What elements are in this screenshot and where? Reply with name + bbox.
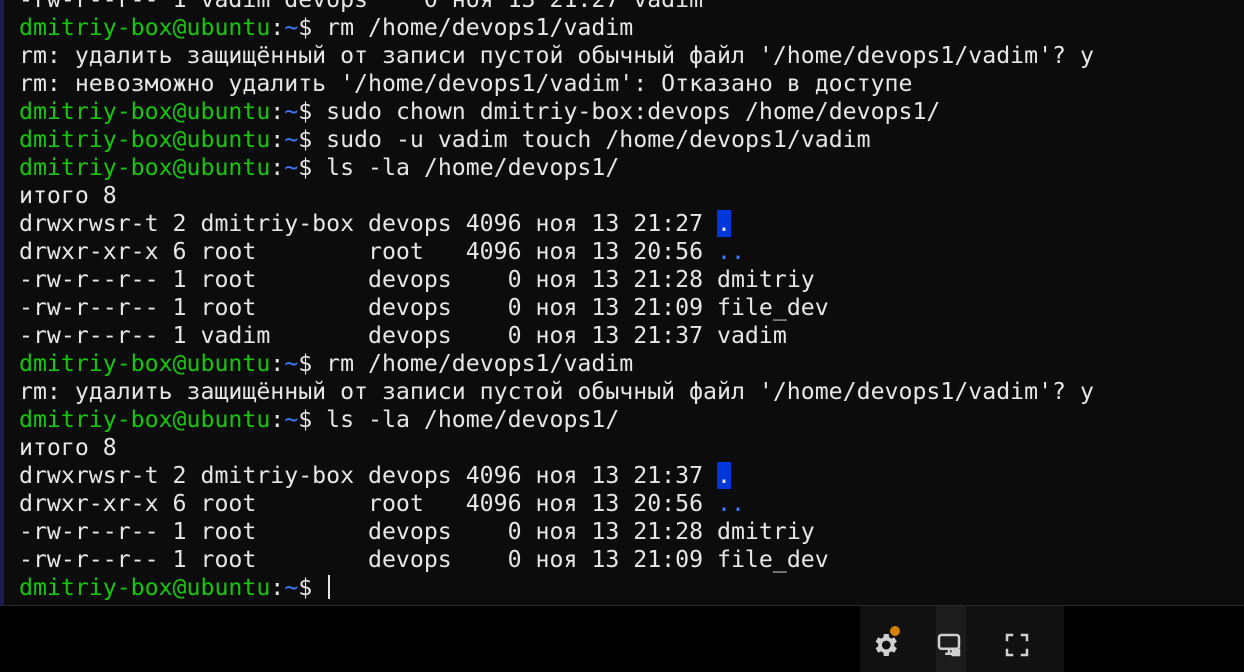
prompt-dollar: $ xyxy=(298,98,327,125)
prompt-colon: : xyxy=(270,14,285,41)
ls-entry-name: . xyxy=(717,210,731,237)
prompt-dollar: $ xyxy=(298,126,327,153)
prompt-path: ~ xyxy=(284,98,299,125)
prompt-dollar: $ xyxy=(298,406,327,433)
command-line: dmitriy-box@ubuntu:~$ rm /home/devops1/v… xyxy=(19,14,1094,42)
command-line: dmitriy-box@ubuntu:~$ ls -la /home/devop… xyxy=(19,406,1094,434)
ls-entry-meta: drwxr-xr-x 6 root root 4096 ноя 13 20:56 xyxy=(19,238,718,265)
terminal-window[interactable]: -rw-r--r-- 1 vadim devops 0 ноя 13 21:27… xyxy=(0,0,1244,606)
prompt-user-host: dmitriy-box@ubuntu xyxy=(19,406,271,433)
network-icon[interactable] xyxy=(932,628,966,662)
ls-entry-meta: drwxrwsr-t 2 dmitriy-box devops 4096 ноя… xyxy=(19,210,718,237)
ls-entry-name: .. xyxy=(717,238,745,265)
terminal-output: -rw-r--r-- 1 vadim devops 0 ноя 13 21:27… xyxy=(19,0,1094,602)
command-line: dmitriy-box@ubuntu:~$ sudo -u vadim touc… xyxy=(19,126,1094,154)
command-text: sudo -u vadim touch /home/devops1/vadim xyxy=(326,126,871,153)
ls-entry-meta: -rw-r--r-- 1 root devops 0 ноя 13 21:09 xyxy=(19,294,718,321)
prompt-dollar: $ xyxy=(298,574,327,601)
ls-entry-line: -rw-r--r-- 1 vadim devops 0 ноя 13 21:37… xyxy=(19,322,1094,350)
output-text: rm: невозможно удалить '/home/devops1/va… xyxy=(19,70,913,97)
gear-icon[interactable] xyxy=(868,626,902,662)
prompt-dollar: $ xyxy=(298,350,327,377)
ls-entry-line: drwxrwsr-t 2 dmitriy-box devops 4096 ноя… xyxy=(19,210,1094,238)
prompt-dollar: $ xyxy=(298,154,327,181)
ls-entry-meta: -rw-r--r-- 1 root devops 0 ноя 13 21:28 xyxy=(19,266,718,293)
ls-entry-line: -rw-r--r-- 1 root devops 0 ноя 13 21:09 … xyxy=(19,546,1094,574)
prompt-user-host: dmitriy-box@ubuntu xyxy=(19,574,271,601)
ls-entry-meta: -rw-r--r-- 1 vadim devops 0 ноя 13 21:37 xyxy=(19,322,718,349)
prompt-colon: : xyxy=(270,154,285,181)
prompt-path: ~ xyxy=(284,574,299,601)
prompt-colon: : xyxy=(270,126,285,153)
taskbar xyxy=(0,606,1244,672)
ls-entry-name: file_dev xyxy=(717,294,829,321)
ls-entry-name: file_dev xyxy=(717,546,829,573)
prompt-dollar: $ xyxy=(298,14,327,41)
output-text: итого 8 xyxy=(19,182,117,209)
prompt-colon: : xyxy=(270,98,285,125)
ls-entry-name: .. xyxy=(717,490,745,517)
output-line: rm: удалить защищённый от записи пустой … xyxy=(19,378,1094,406)
ls-entry-meta: -rw-r--r-- 1 root devops 0 ноя 13 21:09 xyxy=(19,546,718,573)
ls-entry-meta: drwxrwsr-t 2 dmitriy-box devops 4096 ноя… xyxy=(19,462,718,489)
command-text: ls -la /home/devops1/ xyxy=(326,154,620,181)
ls-entry-line: -rw-r--r-- 1 root devops 0 ноя 13 21:28 … xyxy=(19,518,1094,546)
ls-entry-line: drwxr-xr-x 6 root root 4096 ноя 13 20:56… xyxy=(19,490,1094,518)
prompt-user-host: dmitriy-box@ubuntu xyxy=(19,126,271,153)
command-text: rm /home/devops1/vadim xyxy=(326,14,634,41)
prompt-user-host: dmitriy-box@ubuntu xyxy=(19,154,271,181)
ls-entry-line: drwxrwsr-t 2 dmitriy-box devops 4096 ноя… xyxy=(19,462,1094,490)
command-text: ls -la /home/devops1/ xyxy=(326,406,620,433)
output-line: rm: невозможно удалить '/home/devops1/va… xyxy=(19,70,1094,98)
prompt-colon: : xyxy=(270,406,285,433)
command-line: dmitriy-box@ubuntu:~$ ls -la /home/devop… xyxy=(19,154,1094,182)
command-text: sudo chown dmitriy-box:devops /home/devo… xyxy=(326,98,941,125)
ls-entry-name: . xyxy=(717,462,731,489)
fullscreen-icon[interactable] xyxy=(1000,628,1034,662)
command-line: dmitriy-box@ubuntu:~$ sudo chown dmitriy… xyxy=(19,98,1094,126)
ls-entry-name: dmitriy xyxy=(717,518,815,545)
output-line: -rw-r--r-- 1 vadim devops 0 ноя 13 21:27… xyxy=(19,0,1094,14)
notification-badge xyxy=(890,626,900,636)
prompt-user-host: dmitriy-box@ubuntu xyxy=(19,350,271,377)
prompt-path: ~ xyxy=(284,406,299,433)
prompt-colon: : xyxy=(270,350,285,377)
output-line: итого 8 xyxy=(19,434,1094,462)
ls-entry-line: drwxr-xr-x 6 root root 4096 ноя 13 20:56… xyxy=(19,238,1094,266)
prompt-path: ~ xyxy=(284,350,299,377)
output-text: rm: удалить защищённый от записи пустой … xyxy=(19,42,1094,69)
prompt-path: ~ xyxy=(284,126,299,153)
ls-entry-line: -rw-r--r-- 1 root devops 0 ноя 13 21:09 … xyxy=(19,294,1094,322)
text-cursor xyxy=(328,575,331,599)
ls-entry-name: dmitriy xyxy=(717,266,815,293)
command-text: rm /home/devops1/vadim xyxy=(326,350,634,377)
output-text: rm: удалить защищённый от записи пустой … xyxy=(19,378,1094,405)
command-line: dmitriy-box@ubuntu:~$ rm /home/devops1/v… xyxy=(19,350,1094,378)
prompt-user-host: dmitriy-box@ubuntu xyxy=(19,14,271,41)
output-line: rm: удалить защищённый от записи пустой … xyxy=(19,42,1094,70)
output-text: итого 8 xyxy=(19,434,117,461)
ls-entry-name: vadim xyxy=(717,322,787,349)
ls-entry-meta: drwxr-xr-x 6 root root 4096 ноя 13 20:56 xyxy=(19,490,718,517)
ls-entry-meta: -rw-r--r-- 1 root devops 0 ноя 13 21:28 xyxy=(19,518,718,545)
prompt-colon: : xyxy=(270,574,285,601)
active-prompt-line: dmitriy-box@ubuntu:~$ xyxy=(19,574,1094,602)
ls-entry-line: -rw-r--r-- 1 root devops 0 ноя 13 21:28 … xyxy=(19,266,1094,294)
output-text: -rw-r--r-- 1 vadim devops 0 ноя 13 21:27… xyxy=(19,0,703,13)
prompt-path: ~ xyxy=(284,154,299,181)
prompt-path: ~ xyxy=(284,14,299,41)
output-line: итого 8 xyxy=(19,182,1094,210)
prompt-user-host: dmitriy-box@ubuntu xyxy=(19,98,271,125)
